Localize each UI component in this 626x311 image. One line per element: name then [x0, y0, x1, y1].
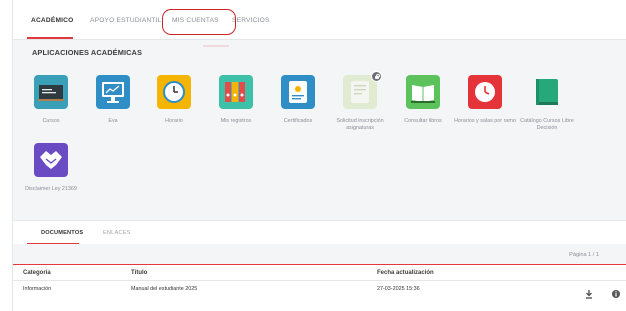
app-catalogo-cursos[interactable]: Catálogo Cursos Libre Decisión [516, 75, 578, 132]
tab-servicios[interactable]: SERVICIOS [232, 17, 270, 24]
clock-icon [157, 75, 191, 109]
red-clock-icon [468, 75, 502, 109]
app-disclaimer[interactable]: Disclaimer Ley 21369 [20, 143, 82, 193]
app-label: Mis registros [220, 118, 252, 124]
app-label: Cursos [42, 118, 60, 124]
app-solicitud-inscripcion[interactable]: Solicitud inscripción asignaturas [329, 71, 391, 132]
documents-table: Categoría Título Fecha actualización Inf… [13, 264, 626, 311]
top-nav-tabs: ACADÉMICO APOYO ESTUDIANTIL MIS CUENTAS … [13, 0, 626, 40]
app-mis-registros[interactable]: Mis registros [205, 75, 267, 125]
page-indicator: Página 1 / 1 [569, 252, 599, 258]
highlight-annotation [162, 9, 236, 35]
app-cursos[interactable]: Cursos [20, 75, 82, 125]
app-label: Horario [165, 118, 183, 124]
header-divider [13, 280, 626, 281]
app-label: Eva [108, 118, 118, 124]
app-label: Solicitud inscripción asignaturas [336, 118, 384, 131]
app-label: Horarios y salas por ramo [454, 118, 516, 124]
pagination: Página 1 / 1 [13, 244, 626, 264]
tab-enlaces[interactable]: ENLACES [103, 230, 131, 236]
docs-tabs: DOCUMENTOS ENLACES [13, 220, 626, 245]
column-header-categoria: Categoría [23, 270, 51, 276]
certificate-icon [281, 75, 315, 109]
app-label: Consultar libros [404, 118, 442, 124]
cell-titulo: Manual del estudiante 2025 [131, 286, 198, 292]
handshake-icon [34, 143, 68, 177]
app-frame: ACADÉMICO APOYO ESTUDIANTIL MIS CUENTAS … [12, 0, 626, 311]
tab-apoyo-estudiantil[interactable]: APOYO ESTUDIANTIL [90, 17, 162, 24]
active-tab-indicator [27, 37, 73, 39]
tab-hover-indicator [203, 45, 229, 47]
lock-icon [371, 71, 382, 82]
column-header-titulo: Título [131, 270, 148, 276]
binders-icon [219, 75, 253, 109]
app-certificados[interactable]: Certificados [267, 75, 329, 125]
tab-documentos[interactable]: DOCUMENTOS [41, 230, 83, 236]
download-icon[interactable] [584, 286, 594, 299]
app-label: Disclaimer Ley 21369 [25, 186, 77, 192]
section-title: APLICACIONES ACADÉMICAS [32, 48, 143, 57]
app-consultar-libros[interactable]: Consultar libros [392, 75, 454, 125]
book-icon [406, 75, 440, 109]
app-label: Catálogo Cursos Libre Decisión [520, 118, 574, 131]
app-label: Certificados [283, 118, 313, 124]
app-horarios-salas[interactable]: Horarios y salas por ramo [454, 75, 516, 125]
cell-fecha: 27-03-2025 15:36 [377, 286, 420, 292]
monitor-icon [96, 75, 130, 109]
tab-academico[interactable]: ACADÉMICO [31, 17, 73, 24]
info-icon[interactable] [611, 286, 621, 298]
column-header-fecha: Fecha actualización [377, 270, 434, 276]
app-horario[interactable]: Horario [143, 75, 205, 125]
catalog-icon [530, 75, 564, 109]
app-eva[interactable]: Eva [82, 75, 144, 125]
chalkboard-icon [34, 75, 68, 109]
cell-categoria: Información [23, 286, 52, 292]
